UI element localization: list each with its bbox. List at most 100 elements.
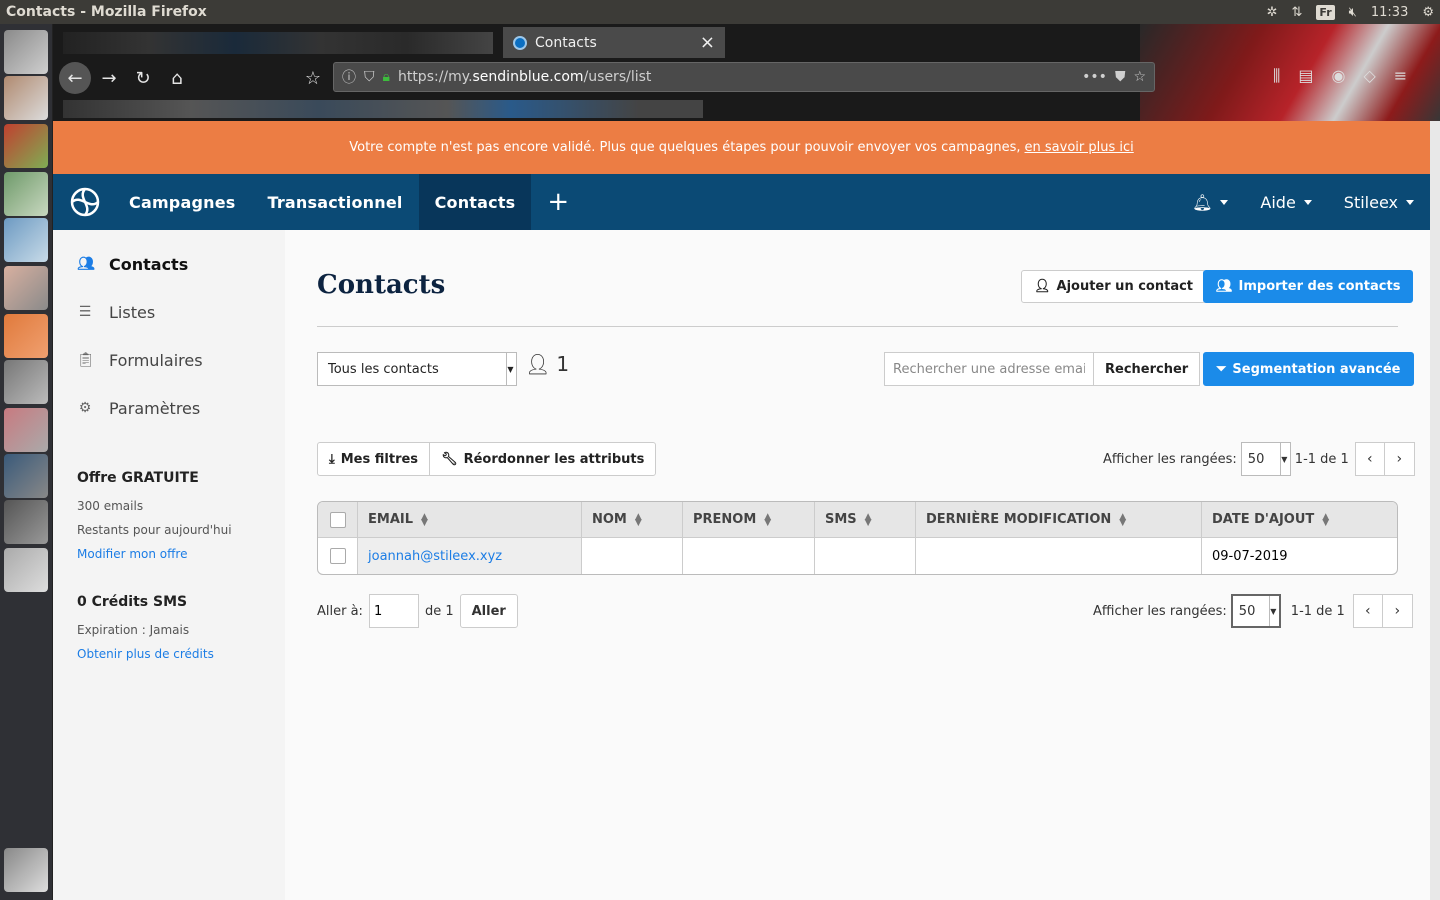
sidebar-item-formulaires[interactable]: 📋︎ Formulaires [53,336,285,384]
page-range: 1-1 de 1 [1290,603,1345,619]
column-date-added[interactable]: DATE D'AJOUT ▲ ▼ [1202,502,1397,537]
app-navbar: Campagnes Transactionnel Contacts + 🔔︎ A… [53,174,1430,230]
next-page-button[interactable]: › [1382,594,1413,628]
list-icon: ☰ [78,304,92,320]
extension-diamond-icon[interactable]: ◇ [1363,66,1375,86]
add-plus-icon[interactable]: + [531,174,585,230]
plan-info: Offre GRATUITE 300 emails Restants pour … [53,470,285,566]
user-dropdown[interactable]: Stileex [1328,174,1430,230]
help-dropdown[interactable]: Aide [1244,174,1327,230]
keyboard-layout[interactable]: Fr [1316,4,1335,20]
reorder-attributes-button[interactable]: 🔧︎ Réordonner les attributs [429,443,655,475]
column-last-modified[interactable]: DERNIÈRE MODIFICATION ▲ ▼ [916,502,1202,537]
sms-expiry: Expiration : Jamais [77,623,190,637]
cell-email[interactable]: joannah@stileex.xyz [358,538,582,574]
prev-page-button[interactable]: ‹ [1354,442,1385,476]
user-label: Stileex [1343,192,1398,212]
sidebar-icon[interactable]: ▤ [1298,66,1313,86]
launcher-app-icon[interactable] [4,76,48,120]
nav-transactionnel[interactable]: Transactionnel [251,174,418,230]
modify-plan-link[interactable]: Modifier mon offre [77,547,187,561]
back-button[interactable]: ← [59,62,91,94]
dropbox-icon[interactable]: ✲ [1267,5,1278,20]
page-actions-icon[interactable]: ••• [1082,69,1107,85]
extension-icon[interactable]: ◉ [1332,66,1346,86]
select-all-checkbox[interactable] [329,511,346,528]
network-icon[interactable]: ⇅ [1292,5,1303,20]
launcher-app-icon[interactable] [4,124,48,168]
tracking-shield-icon[interactable]: ⛉ [364,69,375,85]
power-gear-icon[interactable]: ⚙ [1422,5,1434,20]
menu-icon[interactable]: ≡ [1394,66,1407,86]
contact-filter-select[interactable]: Tous les contacts ▼ [317,352,517,386]
download-icon: ⤓ [329,451,335,467]
launcher-app-icon[interactable] [4,314,48,358]
user-plus-icon: 👤︎ [1034,279,1051,294]
my-filters-button[interactable]: ⤓ Mes filtres [318,443,429,475]
home-button[interactable]: ⌂ [161,62,193,94]
blurred-bookmarks[interactable] [63,100,703,118]
rows-per-page-select[interactable]: 50 ▼ [1240,442,1291,476]
blurred-tabs[interactable] [63,32,493,54]
import-contacts-button[interactable]: 👥︎ Importer des contacts [1203,270,1414,303]
launcher-app-icon[interactable] [4,408,48,452]
launcher-app-icon[interactable] [4,548,48,592]
page-scrollbar[interactable] [1430,121,1440,900]
sidebar-item-label: Formulaires [109,350,203,370]
reload-button[interactable]: ↻ [127,62,159,94]
column-email[interactable]: EMAIL ▲ ▼ [358,502,582,537]
column-nom[interactable]: NOM ▲ ▼ [582,502,683,537]
url-text[interactable]: https://my.sendinblue.com/users/list [398,69,1074,85]
sendinblue-logo-icon[interactable] [57,174,113,230]
launcher-app-icon[interactable] [4,454,48,498]
banner-text: Votre compte n'est pas encore validé. Pl… [349,140,1021,155]
search-email-input[interactable] [884,352,1093,386]
goto-page: Aller à: de 1 Aller [317,594,518,628]
notifications-dropdown[interactable]: 🔔︎ [1176,174,1244,230]
launcher-app-icon[interactable] [4,30,48,74]
get-credits-link[interactable]: Obtenir plus de crédits [77,647,214,661]
library-icon[interactable]: ⫼ [1273,66,1280,86]
launcher-app-icon[interactable] [4,218,48,262]
banner-learn-more-link[interactable]: en savoir plus ici [1025,140,1134,155]
launcher-app-icon[interactable] [4,360,48,404]
bookmark-star-icon[interactable]: ☆ [297,62,329,94]
info-icon[interactable]: ⓘ [342,67,356,87]
rows-per-page-select[interactable]: 50 ▼ [1230,594,1281,628]
goto-button[interactable]: Aller [459,594,518,628]
add-contact-button[interactable]: 👤︎ Ajouter un contact [1021,270,1207,303]
prev-page-button[interactable]: ‹ [1352,594,1383,628]
sidebar-item-listes[interactable]: ☰ Listes [53,288,285,336]
os-topbar: Contacts - Mozilla Firefox ✲ ⇅ Fr 🔇︎ 11:… [0,0,1440,24]
pocket-icon[interactable]: ⛊ [1115,69,1126,85]
nav-contacts[interactable]: Contacts [418,174,532,230]
sidebar-item-parametres[interactable]: ⚙ Paramètres [53,384,285,432]
bookmarks-toolbar [53,98,1440,121]
volume-muted-icon[interactable]: 🔇︎ [1349,5,1357,20]
url-bar[interactable]: ⓘ ⛉ 🔒︎ https://my.sendinblue.com/users/l… [333,62,1155,92]
rows-label: Afficher les rangées: [1103,451,1237,467]
clock[interactable]: 11:33 [1371,5,1408,20]
launcher-app-icon[interactable] [4,266,48,310]
goto-label: Aller à: [317,603,363,619]
lock-icon[interactable]: 🔒︎ [383,69,390,85]
launcher-app-icon[interactable] [4,172,48,216]
column-sms[interactable]: SMS ▲ ▼ [815,502,916,537]
search-button[interactable]: Rechercher [1093,352,1201,386]
forward-button[interactable]: → [93,62,125,94]
next-page-button[interactable]: › [1384,442,1415,476]
tab-contacts[interactable]: Contacts × [503,27,725,58]
sidebar-item-contacts[interactable]: 👥︎ Contacts [53,240,285,288]
row-checkbox[interactable] [329,548,346,564]
star-icon[interactable]: ☆ [1133,69,1146,85]
nav-campagnes[interactable]: Campagnes [113,174,251,230]
table-header: EMAIL ▲ ▼ NOM ▲ ▼ PRENOM ▲ ▼ SMS ▲ ▼ DERNIÈRE MO… [318,502,1397,538]
launcher-trash-icon[interactable] [4,848,48,892]
column-prenom[interactable]: PRENOM ▲ ▼ [683,502,815,537]
launcher-app-icon[interactable] [4,500,48,544]
advanced-segmentation-button[interactable]: ⏷ Segmentation avancée [1203,352,1414,386]
goto-page-input[interactable] [368,594,419,628]
wrench-icon: 🔧︎ [441,451,458,467]
close-tab-icon[interactable]: × [700,32,715,53]
cell-last-modified [916,538,1202,574]
